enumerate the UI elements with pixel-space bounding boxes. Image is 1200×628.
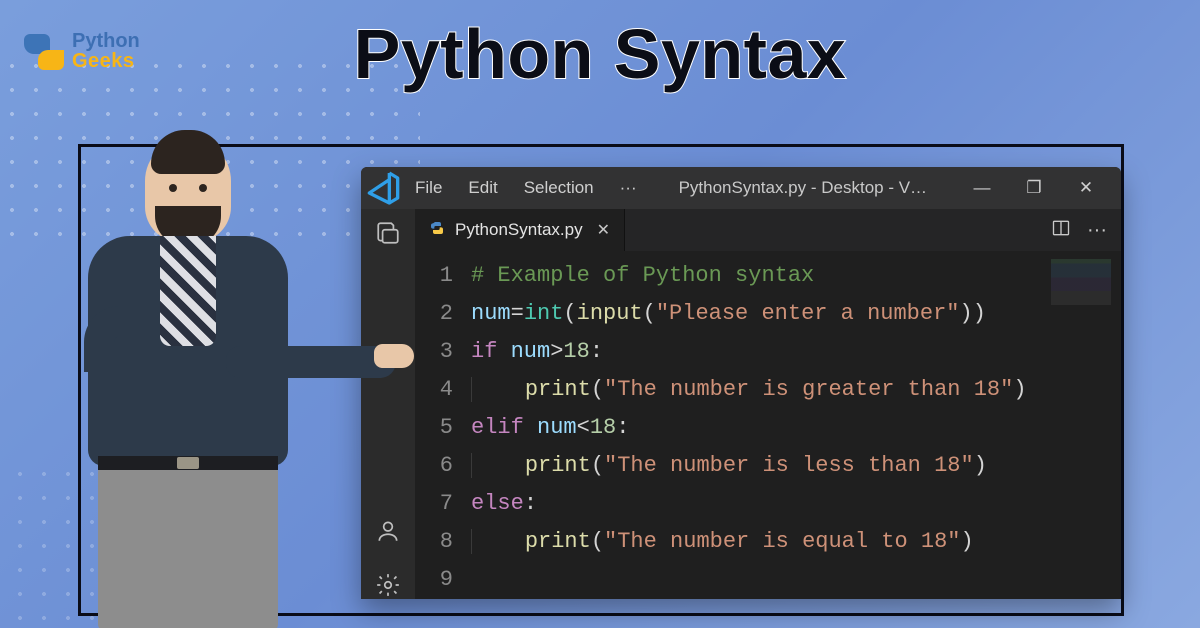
code-line[interactable]: 4 print("The number is greater than 18") [415, 371, 1121, 409]
window-titlebar: File Edit Selection ··· PythonSyntax.py … [361, 167, 1121, 209]
python-file-icon [429, 220, 445, 240]
window-maximize-button[interactable]: ❐ [1009, 167, 1059, 209]
brand-name-line1: Python [72, 31, 140, 51]
window-minimize-button[interactable]: — [957, 167, 1007, 209]
menu-edit[interactable]: Edit [456, 167, 509, 209]
code-line[interactable]: 8 print("The number is equal to 18") [415, 523, 1121, 561]
editor-area: PythonSyntax.py ✕ ··· 1# Example of Pyth… [415, 209, 1121, 599]
code-content: elif num<18: [471, 409, 629, 447]
brand-name-line2: Geeks [72, 51, 140, 71]
window-title: PythonSyntax.py - Desktop - V… [651, 178, 955, 198]
files-icon[interactable] [374, 219, 402, 247]
presenter-figure [48, 138, 328, 628]
code-content: if num>18: [471, 333, 603, 371]
brand-logo: Python Geeks [18, 28, 140, 74]
line-number: 6 [415, 447, 471, 485]
vscode-window: File Edit Selection ··· PythonSyntax.py … [361, 167, 1121, 599]
settings-gear-icon[interactable] [374, 571, 402, 599]
code-content: print("The number is greater than 18") [471, 371, 1027, 409]
code-line[interactable]: 2num=int(input("Please enter a number")) [415, 295, 1121, 333]
account-icon[interactable] [374, 517, 402, 545]
tab-filename: PythonSyntax.py [455, 220, 583, 240]
code-content: print("The number is less than 18") [471, 447, 987, 485]
vscode-logo-icon [361, 168, 401, 208]
editor-tabs: PythonSyntax.py ✕ ··· [415, 209, 1121, 251]
code-line[interactable]: 5elif num<18: [415, 409, 1121, 447]
code-content: # Example of Python syntax [471, 257, 814, 295]
code-content: print("The number is equal to 18") [471, 523, 974, 561]
menu-overflow[interactable]: ··· [608, 178, 649, 198]
line-number: 3 [415, 333, 471, 371]
code-editor[interactable]: 1# Example of Python syntax2num=int(inpu… [415, 251, 1121, 599]
code-content: num=int(input("Please enter a number")) [471, 295, 986, 333]
editor-more-icon[interactable]: ··· [1087, 219, 1107, 242]
tab-close-icon[interactable]: ✕ [597, 220, 610, 240]
code-line[interactable]: 3if num>18: [415, 333, 1121, 371]
code-line[interactable]: 9 [415, 561, 1121, 599]
menu-file[interactable]: File [403, 167, 454, 209]
python-logo-icon [18, 28, 64, 74]
code-line[interactable]: 7else: [415, 485, 1121, 523]
split-editor-icon[interactable] [1051, 218, 1071, 243]
line-number: 5 [415, 409, 471, 447]
code-line[interactable]: 1# Example of Python syntax [415, 257, 1121, 295]
line-number: 2 [415, 295, 471, 333]
line-number: 1 [415, 257, 471, 295]
line-number: 9 [415, 561, 471, 599]
window-close-button[interactable]: ✕ [1061, 167, 1111, 209]
page-title: Python Syntax [0, 14, 1200, 94]
menu-selection[interactable]: Selection [512, 167, 606, 209]
tab-pythonsyntax[interactable]: PythonSyntax.py ✕ [415, 209, 625, 251]
activity-bar [361, 209, 415, 599]
line-number: 7 [415, 485, 471, 523]
line-number: 8 [415, 523, 471, 561]
line-number: 4 [415, 371, 471, 409]
code-content: else: [471, 485, 537, 523]
code-line[interactable]: 6 print("The number is less than 18") [415, 447, 1121, 485]
